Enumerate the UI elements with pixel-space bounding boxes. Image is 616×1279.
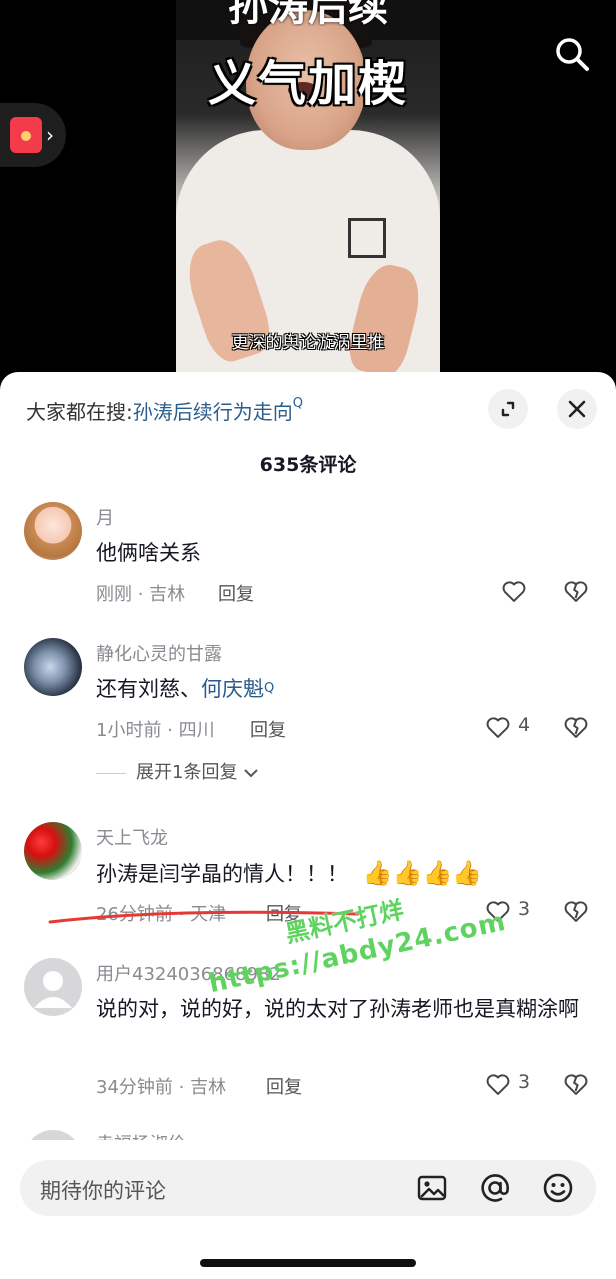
comment-input-placeholder: 期待你的评论	[40, 1179, 166, 1203]
comment-username[interactable]: 天上飞龙	[96, 824, 168, 850]
heart-icon	[486, 717, 510, 738]
search-small-icon: Q	[292, 396, 303, 411]
heart-icon	[502, 581, 526, 602]
avatar[interactable]	[24, 638, 82, 696]
chevron-right-icon: ›	[46, 123, 54, 147]
expand-replies-button[interactable]: 展开1条回复	[96, 758, 259, 784]
dislike-button[interactable]	[562, 1070, 590, 1098]
comment-username[interactable]: 月	[96, 504, 114, 530]
expand-replies-label: 展开1条回复	[136, 762, 238, 783]
avatar[interactable]	[24, 822, 82, 880]
comment-text-prefix: 还有刘慈、	[96, 677, 201, 701]
reply-button[interactable]: 回复	[218, 580, 254, 606]
dislike-button[interactable]	[562, 713, 590, 741]
comment-link[interactable]: 何庆魁	[201, 677, 264, 701]
heart-icon	[486, 1074, 510, 1095]
expand-icon	[501, 401, 515, 417]
close-button[interactable]	[557, 389, 597, 429]
comment-text: 孙涛是闫学晶的情人！！！ 👍👍👍👍	[96, 854, 482, 893]
video-overlay-top-text: 孙涛后续	[228, 0, 388, 26]
comment-time-location: 1小时前 · 四川	[96, 720, 215, 741]
comment-input[interactable]: 期待你的评论	[20, 1160, 596, 1216]
close-icon	[568, 400, 586, 418]
video-subtitle: 更深的舆论漩涡里推	[231, 333, 385, 353]
hot-search-keyword[interactable]: 孙涛后续行为走向	[133, 400, 293, 424]
like-button[interactable]	[500, 577, 570, 607]
home-indicator[interactable]	[200, 1259, 416, 1267]
like-button[interactable]: 4	[484, 713, 554, 743]
avatar[interactable]	[24, 502, 82, 560]
default-avatar-icon	[34, 971, 72, 1008]
dislike-button[interactable]	[562, 577, 590, 605]
dislike-heart-icon	[564, 901, 588, 922]
comment-time-location: 刚刚 · 吉林	[96, 584, 186, 605]
like-count: 3	[518, 1071, 531, 1093]
reply-button[interactable]: 回复	[250, 716, 286, 742]
expand-button[interactable]	[488, 389, 528, 429]
comment-text: 还有刘慈、何庆魁Q	[96, 670, 274, 708]
red-envelope-icon	[10, 117, 42, 153]
comment-username[interactable]: 静化心灵的甘露	[96, 640, 222, 666]
video-overlay-title: 义气加楔	[207, 56, 408, 112]
like-button[interactable]: 3	[484, 1070, 554, 1100]
hot-search-bar[interactable]: 大家都在搜:孙涛后续行为走向Q	[26, 396, 303, 425]
chevron-down-icon	[244, 769, 258, 778]
dislike-heart-icon	[564, 581, 588, 602]
search-icon[interactable]	[552, 34, 592, 74]
image-icon[interactable]	[416, 1172, 448, 1204]
comment-count: 635条评论	[259, 454, 357, 476]
comment-text-main: 孙涛是闫学晶的情人！！！	[96, 862, 348, 886]
video-player[interactable]: 孙涛后续 义气加楔 更深的舆论漩涡里推 ›	[0, 0, 616, 380]
reply-button[interactable]: 回复	[266, 1073, 302, 1099]
comment-emoji: 👍👍👍👍	[362, 859, 483, 887]
dislike-heart-icon	[564, 1074, 588, 1095]
dislike-button[interactable]	[562, 897, 590, 925]
avatar[interactable]	[24, 958, 82, 1016]
red-envelope-button[interactable]: ›	[0, 103, 66, 167]
comment-text: 说的对，说的好，说的太对了孙涛老师也是真糊涂啊	[96, 997, 579, 1021]
like-count: 3	[518, 898, 531, 920]
emoji-icon[interactable]	[542, 1172, 574, 1204]
like-count: 4	[518, 714, 531, 736]
comment-time-location: 34分钟前 · 吉林	[96, 1077, 227, 1098]
comment-text: 他俩啥关系	[96, 541, 201, 565]
hot-search-prefix: 大家都在搜:	[26, 400, 133, 424]
search-small-icon: Q	[264, 681, 275, 696]
at-icon[interactable]	[479, 1172, 511, 1204]
dislike-heart-icon	[564, 717, 588, 738]
